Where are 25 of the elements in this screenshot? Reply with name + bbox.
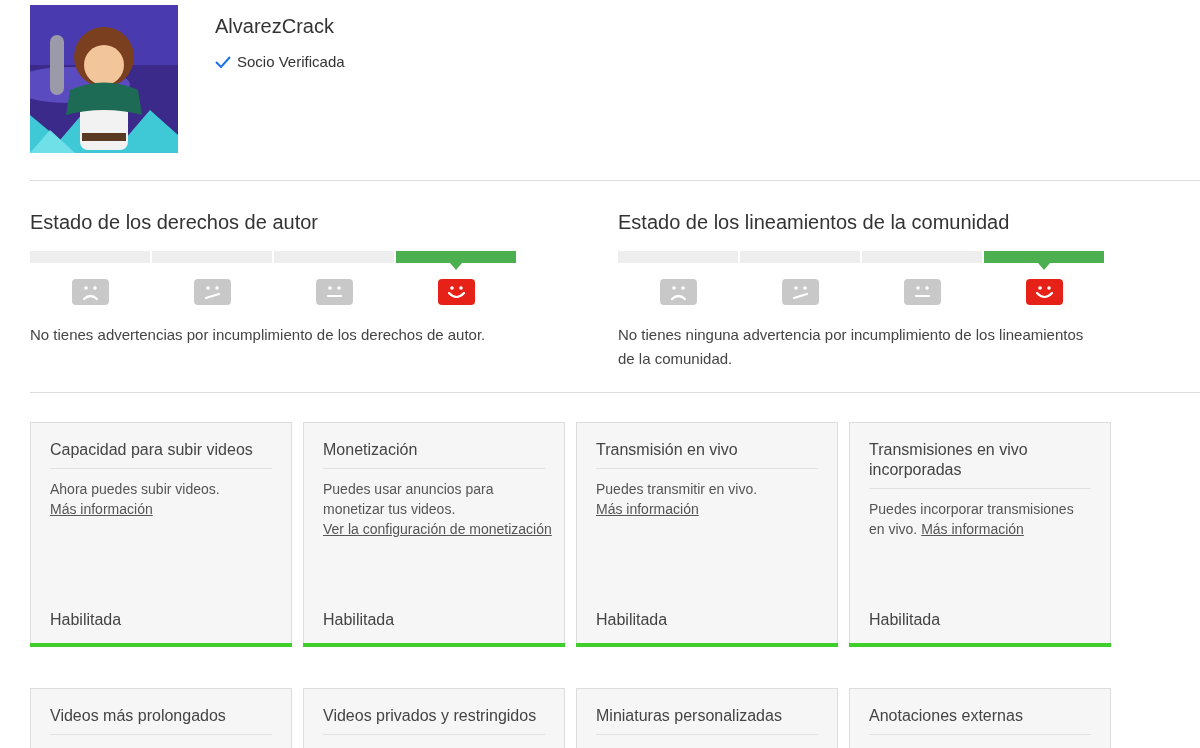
- more-info-link[interactable]: Ver la configuración de monetización: [323, 521, 552, 537]
- card-description: Puedes incorporar transmisiones en vivo. Más información: [869, 500, 1075, 539]
- section-title: Estado de los derechos de autor: [30, 210, 319, 235]
- card-title: Transmisión en vivo: [596, 440, 818, 469]
- status-message: No tienes ninguna advertencia por incumplimiento de los lineamientos de la comunidad.: [618, 325, 1085, 369]
- card-title: Capacidad para subir videos: [50, 440, 272, 469]
- card-title: Videos más prolongados: [50, 706, 272, 735]
- channel-name: AlvarezCrack: [215, 14, 335, 39]
- card-title: Transmisiones en vivo incorporadas: [869, 440, 1091, 489]
- card-title: Monetización: [323, 440, 545, 469]
- more-info-link[interactable]: Más información: [50, 501, 153, 517]
- more-info-link[interactable]: Más información: [596, 501, 699, 517]
- feature-status: Habilitada: [50, 610, 122, 630]
- feature-status: Habilitada: [596, 610, 668, 630]
- card-description: Puedes transmitir en vivo. Más información: [596, 480, 759, 519]
- section-title: Estado de los lineamientos de la comunidad: [618, 210, 1011, 235]
- status-message: No tienes advertencias por incumplimiento de los derechos de autor.: [30, 325, 487, 345]
- more-info-link[interactable]: Más información: [921, 521, 1024, 537]
- feature-status: Habilitada: [323, 610, 395, 630]
- card-title: Videos privados y restringidos: [323, 706, 545, 735]
- feature-status: Habilitada: [869, 610, 941, 630]
- card-title: Miniaturas personalizadas: [596, 706, 818, 735]
- partner-status: Socio Verificada: [237, 52, 345, 72]
- card-description: Ahora puedes subir videos. Más información: [50, 480, 221, 519]
- card-title: Anotaciones externas: [869, 706, 1091, 735]
